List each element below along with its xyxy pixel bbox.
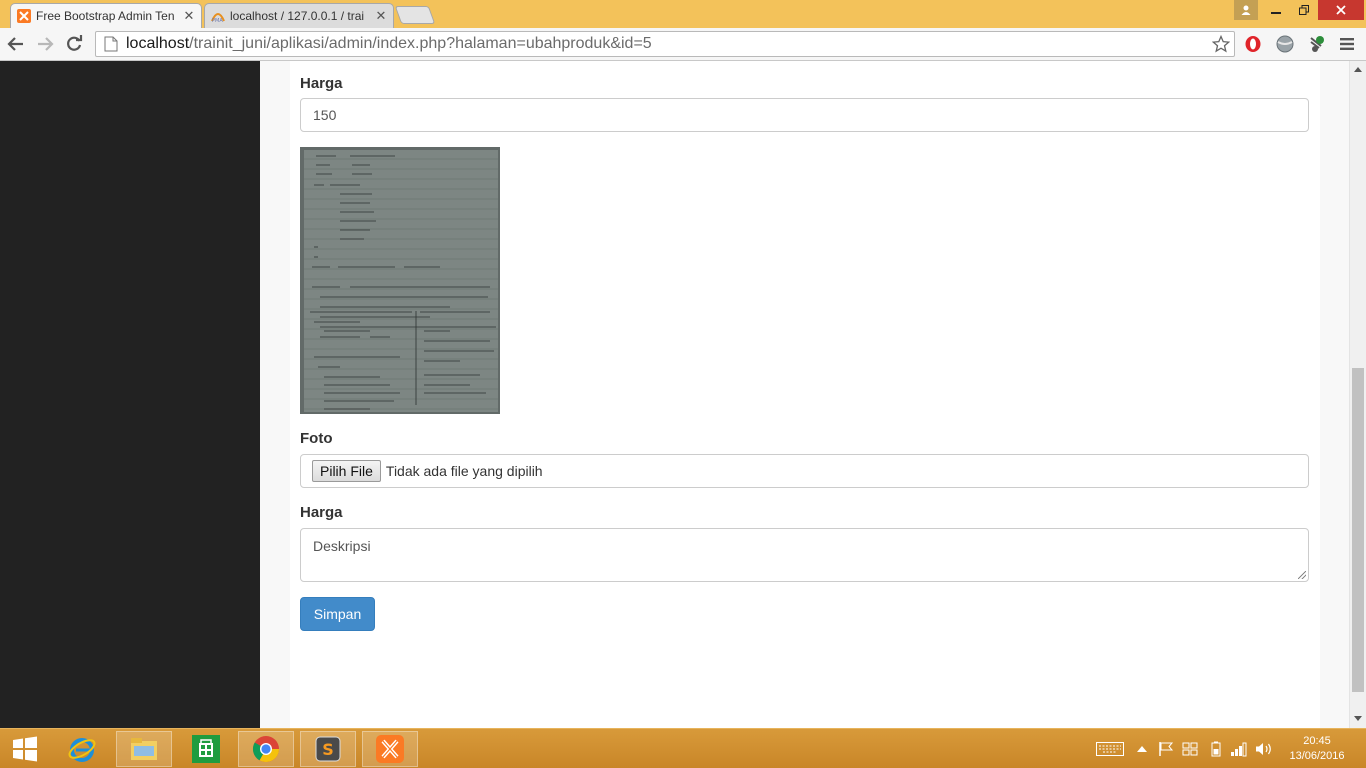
volume-icon[interactable] xyxy=(1254,739,1274,759)
minimize-window-icon[interactable] xyxy=(1262,0,1290,20)
chrome-icon[interactable] xyxy=(238,731,294,767)
file-explorer-icon[interactable] xyxy=(116,731,172,767)
harga-input[interactable]: 150 xyxy=(300,98,1309,132)
phpmyadmin-icon: PMA xyxy=(211,9,225,23)
browser-toolbar: localhost/trainit_juni/aplikasi/admin/in… xyxy=(0,28,1366,61)
bookmark-star-icon[interactable] xyxy=(1211,34,1231,58)
scroll-up-arrow-icon[interactable] xyxy=(1354,67,1362,72)
close-window-icon[interactable] xyxy=(1318,0,1364,20)
back-arrow-icon[interactable] xyxy=(4,32,28,56)
url-path: /trainit_juni/aplikasi/admin/index.php?h… xyxy=(189,35,652,52)
sublime-text-icon[interactable]: S xyxy=(300,731,356,767)
product-photo-preview xyxy=(300,147,500,414)
internet-explorer-icon[interactable] xyxy=(54,731,110,767)
deskripsi-placeholder: Deskripsi xyxy=(313,538,371,554)
windows-start-icon[interactable] xyxy=(0,731,50,767)
resize-handle-icon[interactable] xyxy=(1298,571,1306,579)
scroll-down-arrow-icon[interactable] xyxy=(1354,716,1362,721)
tab-phpmyadmin[interactable]: PMA localhost / 127.0.0.1 / trai ✕ xyxy=(204,3,394,28)
keyboard-icon[interactable] xyxy=(1094,739,1126,759)
choose-file-button[interactable]: Pilih File xyxy=(312,460,381,482)
tab-admin-template[interactable]: Free Bootstrap Admin Ten ✕ xyxy=(10,3,202,28)
tab-title: Free Bootstrap Admin Ten xyxy=(36,9,175,23)
address-bar[interactable]: localhost/trainit_juni/aplikasi/admin/in… xyxy=(95,31,1235,57)
clock-time: 20:45 xyxy=(1303,735,1331,747)
windows-taskbar: S 20:45 13/06/2016 xyxy=(0,728,1366,768)
show-hidden-icons-arrow-icon[interactable] xyxy=(1134,739,1150,759)
store-icon[interactable] xyxy=(178,731,234,767)
foto-label: Foto xyxy=(300,430,333,447)
harga-value: 150 xyxy=(313,107,337,123)
globe-extension-icon[interactable] xyxy=(1274,33,1296,55)
xampp-icon[interactable] xyxy=(362,731,418,767)
new-tab-button[interactable] xyxy=(394,6,436,24)
page-scrollbar[interactable] xyxy=(1349,61,1366,728)
page-icon xyxy=(104,36,118,52)
svg-text:S: S xyxy=(322,740,334,759)
close-tab-icon[interactable]: ✕ xyxy=(375,8,387,24)
handwritten-notes-photo xyxy=(300,147,500,414)
battery-icon xyxy=(1208,739,1224,759)
user-profile-icon[interactable] xyxy=(1234,0,1258,20)
foto-file-input[interactable]: Pilih File Tidak ada file yang dipilih xyxy=(300,454,1309,488)
edit-product-form: Harga 150 Foto Pilih File Tidak ada file… xyxy=(290,61,1320,728)
admin-sidebar xyxy=(0,61,260,728)
close-tab-icon[interactable]: ✕ xyxy=(183,8,195,24)
save-button[interactable]: Simpan xyxy=(300,597,375,631)
sound-extension-icon[interactable] xyxy=(1306,33,1328,55)
forward-arrow-icon[interactable] xyxy=(33,32,57,56)
taskbar-clock[interactable]: 20:45 13/06/2016 xyxy=(1282,734,1352,764)
xampp-icon xyxy=(17,9,31,23)
scrollbar-thumb[interactable] xyxy=(1352,368,1364,692)
clock-date: 13/06/2016 xyxy=(1289,750,1345,762)
reload-icon[interactable] xyxy=(62,32,86,56)
deskripsi-textarea[interactable]: Deskripsi xyxy=(300,528,1309,582)
opera-extension-icon[interactable] xyxy=(1242,33,1264,55)
deskripsi-label: Harga xyxy=(300,504,343,521)
url-text: localhost/trainit_juni/aplikasi/admin/in… xyxy=(126,35,652,53)
svg-text:PMA: PMA xyxy=(212,18,223,23)
windows-tray-icon[interactable] xyxy=(1180,739,1200,759)
harga-label: Harga xyxy=(300,75,343,92)
menu-hamburger-icon[interactable] xyxy=(1336,33,1358,55)
restore-window-icon[interactable] xyxy=(1290,0,1318,20)
tab-title: localhost / 127.0.0.1 / trai xyxy=(230,9,365,23)
url-host: localhost xyxy=(126,35,190,52)
file-status-text: Tidak ada file yang dipilih xyxy=(385,463,543,479)
network-signal-icon[interactable] xyxy=(1228,739,1250,759)
browser-tab-strip: Free Bootstrap Admin Ten ✕ PMA localhost… xyxy=(0,0,1366,28)
action-center-flag-icon[interactable] xyxy=(1156,739,1176,759)
